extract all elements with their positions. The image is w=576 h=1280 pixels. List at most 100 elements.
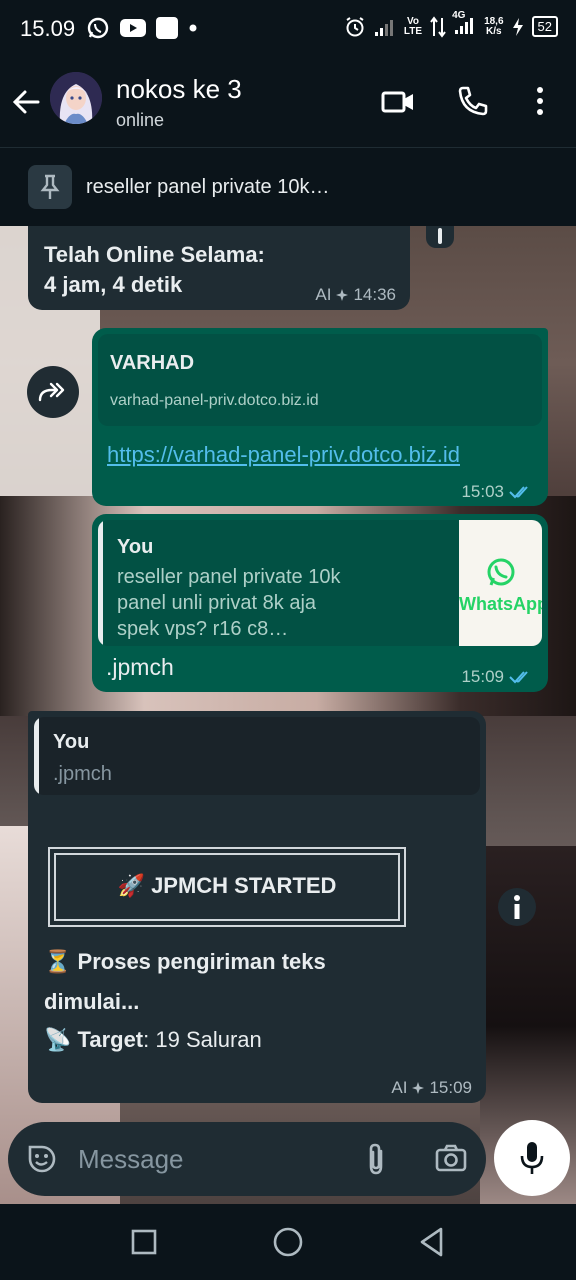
quoted-message[interactable]: You .jpmch <box>34 717 480 795</box>
message-text-line: 4 jam, 4 detik <box>44 272 183 297</box>
target-label: Target <box>77 1027 144 1052</box>
forward-button[interactable] <box>27 366 79 418</box>
arrow-left-icon <box>12 90 40 114</box>
read-ticks-icon <box>509 486 528 499</box>
charging-icon <box>512 17 523 36</box>
process-line: ⏳ Proses pengiriman teks <box>44 949 326 975</box>
quoted-message[interactable]: You reseller panel private 10k panel unl… <box>98 520 542 646</box>
info-icon <box>514 895 520 919</box>
system-icons: Vo LTE 4G 18,6 K/s 52 <box>344 11 558 38</box>
contact-status: online <box>116 110 165 130</box>
status-time: 15.09 <box>20 16 76 41</box>
ai-sparkle-icon <box>412 1082 425 1094</box>
target-line: 📡 Target: 19 Saluran <box>44 1027 262 1053</box>
quote-author: You <box>53 731 90 753</box>
ai-label: AI <box>391 1078 408 1097</box>
message-time: 15:09 <box>429 1078 472 1097</box>
message-time: 14:36 <box>353 285 396 304</box>
voice-message-button[interactable] <box>494 1120 570 1196</box>
contact-avatar[interactable] <box>50 72 102 124</box>
message-meta: 15:03 <box>461 482 534 502</box>
message-bubble-incoming[interactable]: Telah Online Selama: 4 jam, 4 detik AI 1… <box>28 226 410 310</box>
process-text-continued: dimulai... <box>44 989 140 1014</box>
message-link[interactable]: https://varhad-panel-priv.dotco.biz.id <box>107 442 460 468</box>
thumbnail-text: WhatsApp <box>459 594 542 614</box>
link-preview-card[interactable]: VARHAD varhad-panel-priv.dotco.biz.id <box>98 334 542 426</box>
more-options-button[interactable] <box>526 84 554 123</box>
chat-area[interactable]: Telah Online Selama: 4 jam, 4 detik AI 1… <box>0 226 576 1206</box>
message-bubble-outgoing[interactable]: VARHAD varhad-panel-priv.dotco.biz.id ht… <box>92 328 548 506</box>
message-input-bar[interactable]: Message <box>8 1122 486 1196</box>
video-camera-icon <box>381 91 413 113</box>
home-button[interactable] <box>272 1226 304 1258</box>
message-bubble-outgoing[interactable]: You reseller panel private 10k panel unl… <box>92 514 548 692</box>
signal-icon <box>374 19 393 36</box>
volte-indicator: Vo LTE <box>403 15 423 37</box>
process-text: Proses pengiriman teks <box>77 949 326 974</box>
camera-icon[interactable] <box>434 1142 468 1174</box>
quote-bar <box>98 520 103 646</box>
message-text: .jpmch <box>106 654 174 680</box>
alarm-icon <box>346 16 364 36</box>
paperclip-icon[interactable] <box>364 1142 388 1176</box>
quote-author: You <box>117 536 154 558</box>
message-text-line: Telah Online Selama: <box>44 242 265 267</box>
forward-icon <box>38 382 65 402</box>
banner-title: 🚀 JPMCH STARTED <box>50 873 404 899</box>
info-button[interactable] <box>498 888 536 926</box>
message-bubble-incoming[interactable]: You .jpmch 🚀 JPMCH STARTED ⏳ Proses peng… <box>28 711 486 1103</box>
microphone-icon <box>520 1142 544 1174</box>
system-nav-bar <box>0 1204 576 1280</box>
recent-apps-button[interactable] <box>130 1228 158 1256</box>
whatsapp-logo-icon <box>487 558 515 586</box>
phone-icon <box>458 86 488 116</box>
more-vertical-icon <box>537 87 543 115</box>
message-time: 15:03 <box>461 482 504 501</box>
more-notifications-dot-icon <box>189 24 197 32</box>
quote-text: .jpmch <box>53 763 112 785</box>
battery-indicator: 52 <box>531 16 558 37</box>
target-value: : 19 Saluran <box>143 1027 262 1052</box>
notification-icons <box>86 16 198 40</box>
message-tail-fragment <box>426 226 454 248</box>
youtube-notification-icon <box>120 19 146 37</box>
whatsapp-notification-icon <box>87 17 109 39</box>
data-arrows-icon <box>430 15 446 38</box>
quote-text-line: reseller panel private 10k <box>117 566 341 588</box>
banner-text: JPMCH STARTED <box>151 873 337 898</box>
pinned-message-text: reseller panel private 10k… <box>86 176 330 198</box>
emoji-sticker-icon[interactable] <box>26 1143 58 1175</box>
chat-header: nokos ke 3 online <box>0 58 576 148</box>
pin-icon <box>40 174 60 199</box>
message-meta: AI 14:36 <box>315 285 396 305</box>
status-bar: 15.09 Vo LTE 4G 18,6 K/s 52 <box>0 0 576 58</box>
started-banner: 🚀 JPMCH STARTED <box>48 847 406 927</box>
message-input[interactable]: Message <box>78 1144 184 1175</box>
message-meta: 15:09 <box>461 667 534 687</box>
satellite-icon: 📡 <box>44 1027 72 1052</box>
contact-name[interactable]: nokos ke 3 <box>116 74 242 105</box>
ai-sparkle-icon <box>336 289 349 301</box>
quote-text-line: panel unli privat 8k aja <box>117 592 317 614</box>
pin-icon-box <box>28 165 72 209</box>
ai-label: AI <box>315 285 332 304</box>
quote-bar <box>34 717 39 795</box>
message-time: 15:09 <box>461 667 504 686</box>
pinned-message-bar[interactable]: reseller panel private 10k… <box>0 148 576 226</box>
avatar-image <box>50 72 102 124</box>
video-call-button[interactable] <box>380 84 416 125</box>
voice-call-button[interactable] <box>456 84 490 123</box>
read-ticks-icon <box>509 671 528 684</box>
app-notification-icon <box>156 17 178 39</box>
back-nav-button[interactable] <box>418 1226 446 1258</box>
mobile-signal: 4G <box>452 11 476 38</box>
network-speed: 18,6 K/s <box>484 15 504 37</box>
rocket-icon: 🚀 <box>117 873 145 898</box>
quote-text-line: spek vps? r16 c8… <box>117 618 289 640</box>
message-meta: AI 15:09 <box>391 1078 472 1098</box>
back-button[interactable] <box>10 86 42 123</box>
link-preview-title: VARHAD <box>110 352 195 374</box>
quote-thumbnail: WhatsApp <box>459 520 542 646</box>
hourglass-icon: ⏳ <box>44 949 72 974</box>
link-preview-domain: varhad-panel-priv.dotco.biz.id <box>110 392 319 409</box>
